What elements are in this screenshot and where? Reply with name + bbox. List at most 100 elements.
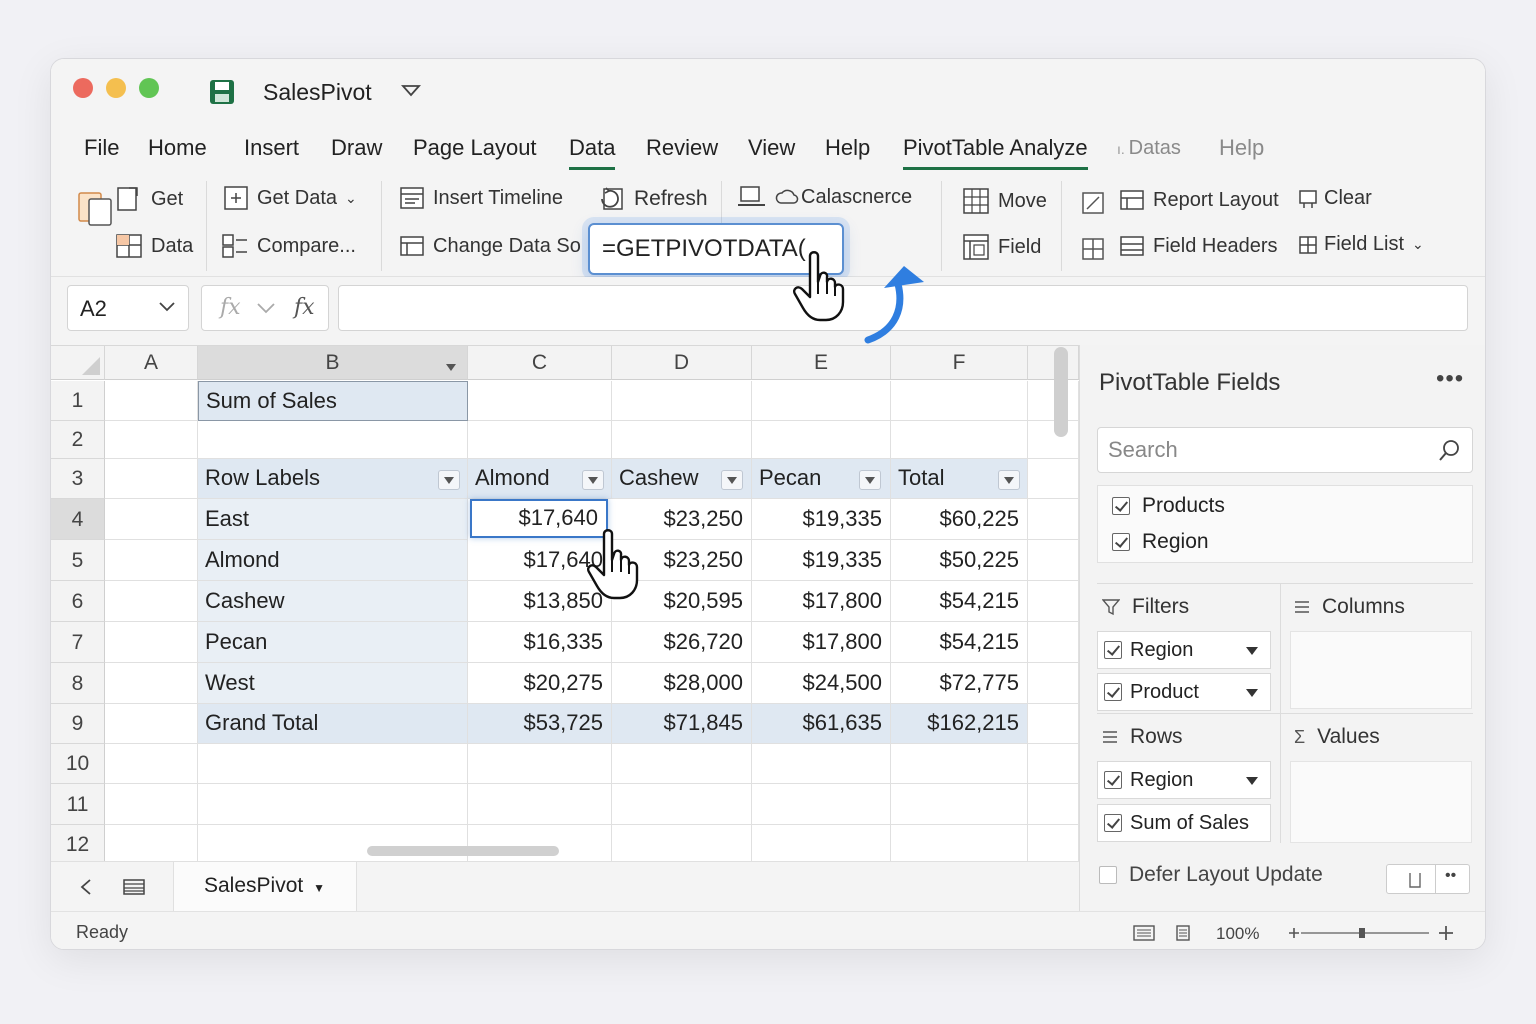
row-header-12[interactable]: 12 [51, 825, 105, 861]
cell[interactable] [468, 381, 612, 421]
defer-layout-update[interactable]: Defer Layout Update [1099, 863, 1323, 887]
cell[interactable] [891, 825, 1028, 861]
cell[interactable] [612, 421, 752, 459]
cell[interactable] [105, 744, 198, 784]
cell[interactable] [105, 622, 198, 663]
cell[interactable] [105, 784, 198, 825]
caret-down-icon[interactable] [1246, 647, 1258, 655]
column-header-c[interactable]: C [468, 346, 612, 380]
menu-data[interactable]: Data [569, 135, 616, 170]
chevron-left-icon[interactable] [79, 878, 93, 896]
more-options-icon[interactable]: •• [1445, 867, 1456, 885]
row-header-6[interactable]: 6 [51, 581, 105, 622]
save-icon[interactable] [208, 78, 236, 106]
cell[interactable] [105, 704, 198, 744]
cell[interactable] [105, 499, 198, 540]
cell[interactable] [612, 784, 752, 825]
cell[interactable] [468, 784, 612, 825]
cell[interactable] [1028, 622, 1079, 663]
menu-view[interactable]: View [748, 135, 795, 161]
cell[interactable] [105, 459, 198, 499]
menu-pivottable-analyze[interactable]: PivotTable Analyze [903, 135, 1088, 170]
pivot-value-cell[interactable]: $16,335 [468, 622, 612, 663]
clear-button[interactable]: Clear [1298, 187, 1372, 210]
grid-icon[interactable] [1081, 237, 1105, 261]
columns-drop-zone[interactable] [1290, 631, 1472, 709]
refresh-button[interactable]: Refresh [598, 185, 708, 213]
pivot-value-cell[interactable]: $19,335 [752, 499, 891, 540]
horizontal-scrollbar[interactable] [367, 846, 559, 856]
pivot-row-label[interactable]: West [198, 663, 468, 704]
get-data-button[interactable]: Get Data ⌄ [223, 185, 357, 211]
page-layout-view-icon[interactable] [1175, 925, 1191, 941]
checkbox[interactable] [1104, 814, 1122, 832]
report-layout-button[interactable]: Report Layout [1119, 187, 1279, 213]
row-header-2[interactable]: 2 [51, 421, 105, 459]
cell[interactable] [1028, 744, 1079, 784]
pivot-row-label[interactable]: Almond [198, 540, 468, 581]
menu-file[interactable]: File [84, 135, 119, 161]
pivot-value-cell[interactable]: $26,720 [612, 622, 752, 663]
cell[interactable] [1028, 540, 1079, 581]
column-header-b[interactable]: B [198, 346, 468, 380]
values-drop-zone[interactable] [1290, 761, 1472, 843]
checkbox[interactable] [1112, 533, 1130, 551]
cell[interactable] [752, 421, 891, 459]
rows-item-sum-of-sales[interactable]: Sum of Sales [1097, 804, 1271, 842]
maximize-window-button[interactable] [139, 78, 159, 98]
menu-draw[interactable]: Draw [331, 135, 382, 161]
pivot-row-label[interactable]: East [198, 499, 468, 540]
field-button[interactable]: Field [962, 233, 1041, 261]
cell[interactable] [752, 744, 891, 784]
filters-item-product[interactable]: Product [1097, 673, 1271, 711]
row-header-7[interactable]: 7 [51, 622, 105, 663]
name-box[interactable]: A2 [67, 285, 189, 331]
cell[interactable] [891, 784, 1028, 825]
cell[interactable] [1028, 704, 1079, 744]
pivot-value-cell[interactable]: $19,335 [752, 540, 891, 581]
filter-dropdown-total[interactable] [998, 470, 1020, 490]
data-button[interactable]: Data [115, 233, 193, 259]
column-header-a[interactable]: A [105, 346, 198, 380]
column-header-e[interactable]: E [752, 346, 891, 380]
minimize-window-button[interactable] [106, 78, 126, 98]
checkbox[interactable] [1104, 771, 1122, 789]
row-labels-dropdown-button[interactable] [438, 470, 460, 490]
cell[interactable] [752, 825, 891, 861]
cell[interactable] [1028, 499, 1079, 540]
zoom-slider[interactable] [1287, 924, 1457, 942]
compare-button[interactable]: Compare... [221, 233, 356, 259]
filters-item-region[interactable]: Region [1097, 631, 1271, 669]
pivot-column-header[interactable]: Row Labels [198, 459, 468, 499]
cell[interactable] [612, 744, 752, 784]
cell[interactable] [105, 421, 198, 459]
row-header-11[interactable]: 11 [51, 784, 105, 825]
pivot-row-label[interactable]: Pecan [198, 622, 468, 663]
pivot-value-cell[interactable]: $17,800 [752, 622, 891, 663]
cell[interactable] [198, 784, 468, 825]
pivot-value-cell[interactable]: $20,275 [468, 663, 612, 704]
cell[interactable] [891, 421, 1028, 459]
cell[interactable] [612, 381, 752, 421]
menu-insert[interactable]: Insert [244, 135, 299, 161]
row-header-3[interactable]: 3 [51, 459, 105, 499]
normal-view-icon[interactable] [1133, 925, 1155, 941]
pivot-value-cell[interactable]: $72,775 [891, 663, 1028, 704]
more-options-icon[interactable]: ••• [1436, 365, 1464, 393]
insert-function-icon[interactable]: fx [220, 295, 241, 320]
update-button-group[interactable]: •• [1386, 864, 1470, 894]
menu-home[interactable]: Home [148, 135, 207, 161]
menu-page-layout[interactable]: Page Layout [413, 135, 537, 161]
pivot-row-label[interactable]: Cashew [198, 581, 468, 622]
select-all-corner[interactable] [51, 346, 105, 380]
checkbox[interactable] [1112, 497, 1130, 515]
cell[interactable] [468, 421, 612, 459]
cell[interactable] [105, 581, 198, 622]
chevron-down-icon[interactable] [401, 83, 421, 99]
row-header-4[interactable]: 4 [51, 499, 105, 540]
close-window-button[interactable] [73, 78, 93, 98]
row-header-1[interactable]: 1 [51, 381, 105, 421]
checkbox[interactable] [1104, 641, 1122, 659]
caret-down-icon[interactable] [1246, 689, 1258, 697]
grand-total-value[interactable]: $61,635 [752, 704, 891, 744]
